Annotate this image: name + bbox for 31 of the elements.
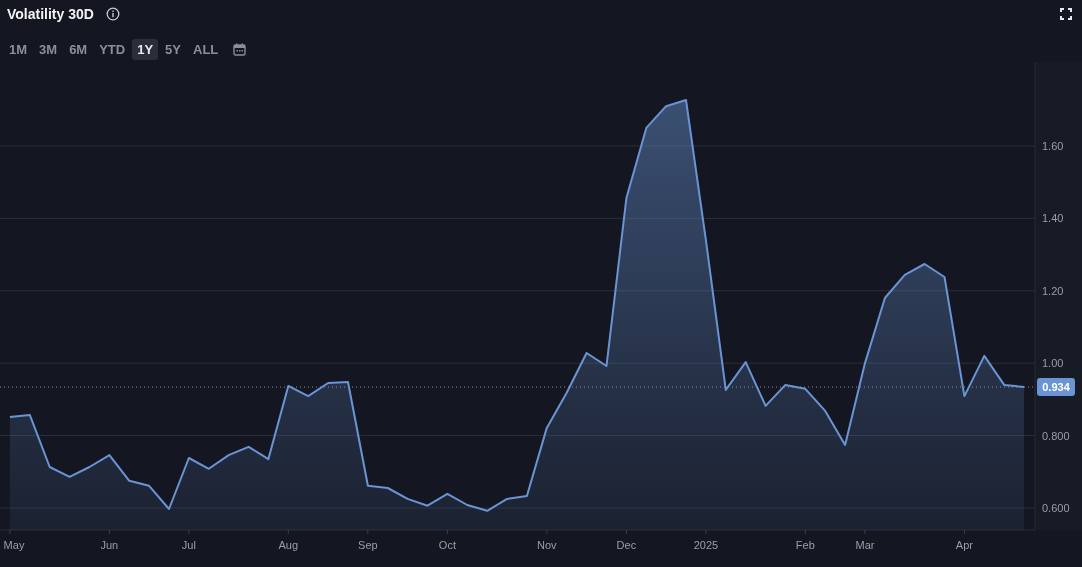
x-axis-label: Dec bbox=[616, 539, 637, 551]
range-tab[interactable]: 1M bbox=[4, 38, 33, 60]
y-axis-label: 0.600 bbox=[1042, 501, 1070, 514]
y-axis-label: 1.00 bbox=[1042, 357, 1064, 370]
range-tab[interactable]: 6M bbox=[64, 38, 93, 60]
x-axis-label: Jun bbox=[100, 539, 119, 551]
fullscreen-icon[interactable] bbox=[1060, 8, 1072, 20]
range-tab[interactable]: 1Y bbox=[132, 38, 159, 60]
last-value-badge: 0.934 bbox=[1037, 378, 1075, 397]
calendar-icon[interactable] bbox=[233, 42, 247, 56]
x-axis-label: Apr bbox=[955, 539, 973, 551]
range-tab[interactable]: 5Y bbox=[160, 38, 186, 60]
info-icon[interactable] bbox=[105, 7, 120, 21]
x-axis-label: Feb bbox=[795, 539, 815, 551]
range-tab[interactable]: ALL bbox=[188, 38, 224, 60]
range-tab[interactable]: YTD bbox=[94, 38, 131, 60]
y-axis-label: 0.800 bbox=[1042, 429, 1070, 442]
x-axis-label: Mar bbox=[855, 539, 875, 551]
x-axis-label: May bbox=[3, 539, 25, 551]
x-axis-label: 2025 bbox=[693, 539, 719, 551]
x-axis-label: Jul bbox=[181, 539, 196, 551]
x-axis-label: Aug bbox=[278, 539, 299, 551]
x-axis-label: Nov bbox=[537, 539, 557, 551]
chart-title: Volatility 30D bbox=[7, 6, 94, 22]
y-axis-label: 1.60 bbox=[1042, 139, 1064, 152]
x-axis-label: Oct bbox=[438, 539, 456, 551]
ref-line-label: 0.934 bbox=[1042, 381, 1071, 394]
range-tab[interactable]: 3M bbox=[34, 38, 63, 60]
y-axis-label: 1.20 bbox=[1042, 284, 1064, 297]
y-axis-label: 1.40 bbox=[1042, 212, 1064, 225]
x-axis-label: Sep bbox=[358, 539, 378, 551]
